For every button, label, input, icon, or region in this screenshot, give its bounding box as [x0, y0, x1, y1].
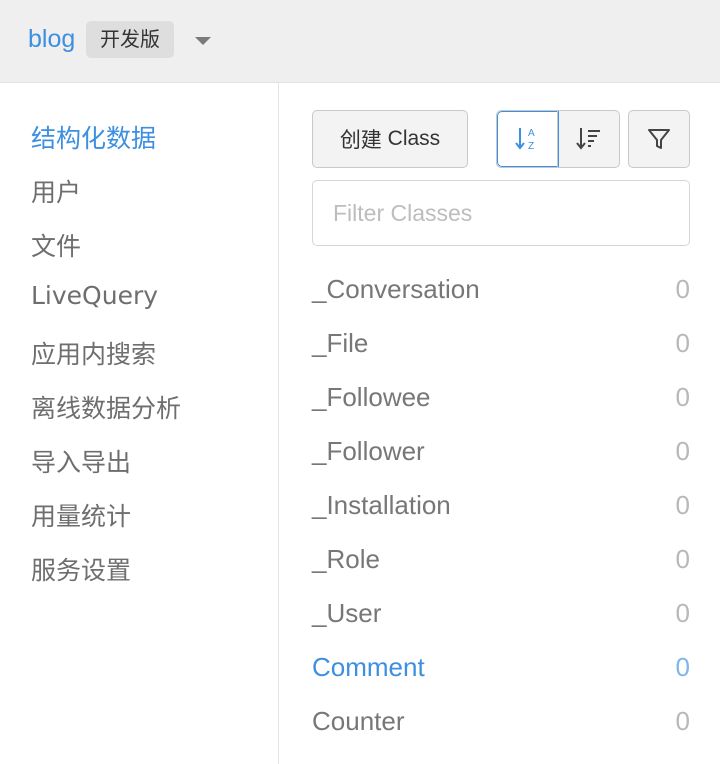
class-count: 0 — [675, 705, 690, 736]
class-name: Counter — [312, 705, 405, 736]
filter-button[interactable] — [628, 110, 690, 168]
class-name: _Follower — [312, 435, 425, 466]
class-name: _Installation — [312, 489, 451, 520]
class-count: 0 — [675, 327, 690, 358]
class-name: _User — [312, 597, 382, 628]
sidebar-item-structured-data[interactable]: 结构化数据 — [31, 119, 156, 155]
class-count: 0 — [675, 489, 690, 520]
sidebar: 结构化数据 用户 文件 LiveQuery 应用内搜索 离线数据分析 导入导出 … — [0, 83, 279, 764]
class-name: _Conversation — [312, 273, 480, 304]
main-panel: 创建 Class A Z _Conv — [280, 83, 720, 764]
class-name: _File — [312, 327, 369, 358]
sidebar-item-usage-stats[interactable]: 用量统计 — [31, 497, 131, 533]
sidebar-item-search[interactable]: 应用内搜索 — [31, 335, 156, 371]
class-name: Comment — [312, 651, 425, 682]
sort-alpha-icon: A Z — [515, 128, 535, 152]
class-row[interactable]: _Installation 0 — [312, 485, 690, 525]
create-label-cn: 创建 — [339, 128, 382, 152]
sidebar-item-files[interactable]: 文件 — [31, 227, 81, 263]
sidebar-item-import-export[interactable]: 导入导出 — [31, 443, 131, 479]
sidebar-item-livequery[interactable]: LiveQuery — [31, 281, 158, 310]
sort-toggle-group: A Z — [496, 110, 620, 168]
class-row[interactable]: _Role 0 — [312, 539, 690, 579]
chevron-down-icon[interactable] — [195, 37, 211, 45]
class-row[interactable]: Comment 0 — [312, 647, 690, 687]
class-name: _Role — [312, 543, 380, 574]
class-count: 0 — [675, 435, 690, 466]
sort-alpha-button[interactable]: A Z — [497, 111, 559, 167]
svg-text:Z: Z — [528, 141, 534, 152]
class-name: _Followee — [312, 381, 431, 412]
sidebar-item-offline-analytics[interactable]: 离线数据分析 — [31, 389, 181, 425]
sidebar-item-users[interactable]: 用户 — [31, 173, 81, 209]
class-count: 0 — [675, 651, 690, 682]
class-count: 0 — [675, 273, 690, 304]
sort-count-icon — [575, 128, 600, 150]
class-count: 0 — [675, 543, 690, 574]
filter-classes-input[interactable] — [312, 180, 690, 246]
class-count: 0 — [675, 381, 690, 412]
sort-count-button[interactable] — [557, 111, 619, 167]
class-row[interactable]: _File 0 — [312, 323, 690, 363]
class-row[interactable]: Counter 0 — [312, 701, 690, 741]
class-row[interactable]: _Follower 0 — [312, 431, 690, 471]
class-row[interactable]: _Conversation 0 — [312, 269, 690, 309]
funnel-icon — [648, 129, 670, 149]
create-label-en: Class — [387, 127, 441, 150]
sidebar-item-settings[interactable]: 服务设置 — [31, 551, 131, 587]
app-name[interactable]: blog — [28, 25, 75, 54]
class-row[interactable]: _User 0 — [312, 593, 690, 633]
class-count: 0 — [675, 597, 690, 628]
svg-text:A: A — [528, 128, 535, 139]
env-badge[interactable]: 开发版 — [86, 21, 174, 58]
top-bar: blog 开发版 — [0, 0, 720, 83]
create-class-button[interactable]: 创建 Class — [312, 110, 468, 168]
class-row[interactable]: _Followee 0 — [312, 377, 690, 417]
